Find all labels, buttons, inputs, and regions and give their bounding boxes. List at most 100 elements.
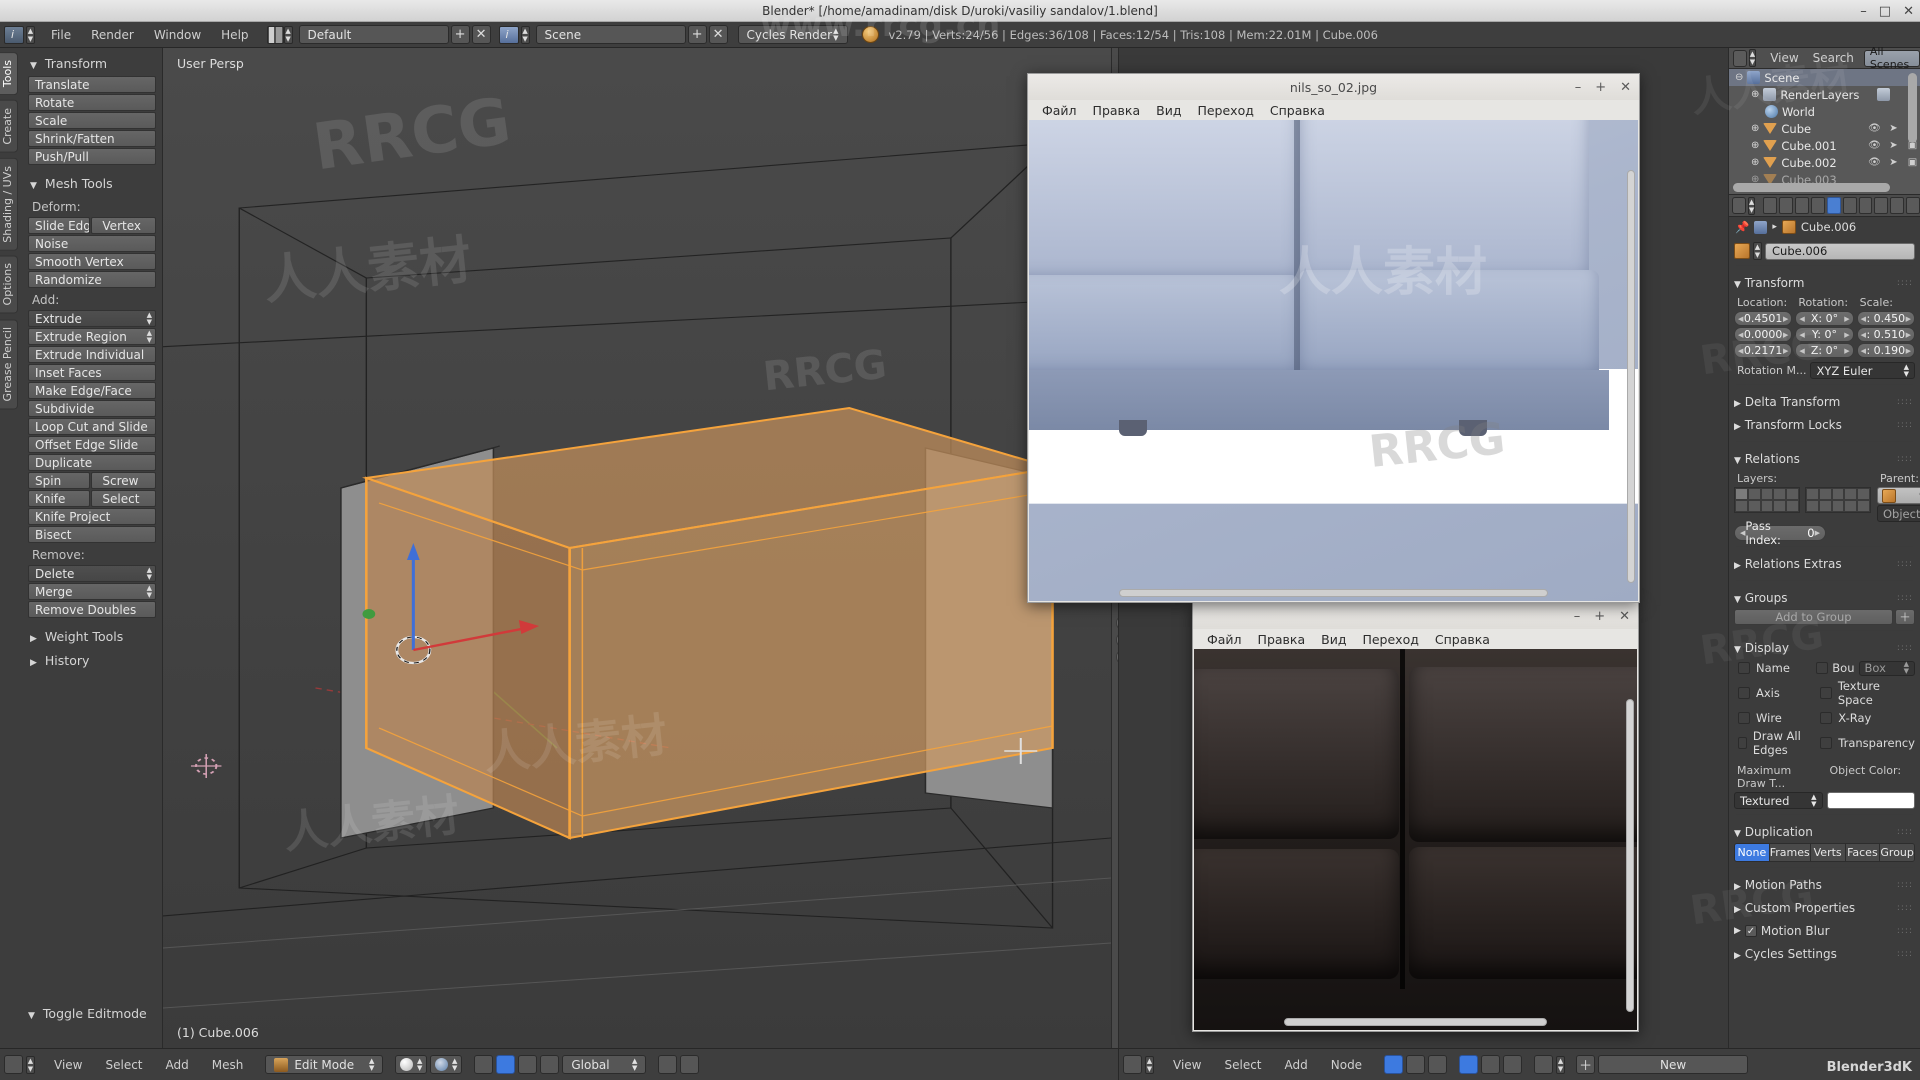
location-y-field[interactable]: ◀ 0.0000 ▶ bbox=[1734, 327, 1792, 342]
outliner-menu-view[interactable]: View bbox=[1764, 49, 1804, 67]
expand-icon[interactable]: ⊕ bbox=[1751, 140, 1759, 151]
editor-type-spinner[interactable]: ▲▼ bbox=[26, 1056, 35, 1074]
rotation-z-field[interactable]: ◀ Z: 0° ▶ bbox=[1795, 343, 1853, 358]
delete-button[interactable]: Delete ▲▼ bbox=[28, 565, 156, 582]
object-color-swatch[interactable] bbox=[1827, 792, 1916, 809]
visibility-eye-icon[interactable]: 👁 bbox=[1867, 157, 1882, 168]
dupli-faces-button[interactable]: Faces bbox=[1846, 844, 1881, 861]
proportional-edit-icon[interactable] bbox=[658, 1055, 677, 1074]
info-editor-icon[interactable] bbox=[4, 26, 24, 44]
renderable-camera-icon[interactable]: ▣ bbox=[1905, 157, 1920, 168]
display-transparency-toggle[interactable]: Transparency bbox=[1816, 727, 1915, 759]
viewer2-menu-edit[interactable]: Правка bbox=[1258, 632, 1306, 647]
editor-type-icon[interactable] bbox=[4, 1055, 23, 1074]
layer-grid[interactable] bbox=[1734, 487, 1871, 513]
rotate-button[interactable]: Rotate bbox=[28, 94, 156, 111]
scale-x-field[interactable]: ◀ : 0.450 ▶ bbox=[1857, 311, 1915, 326]
tab-scene[interactable] bbox=[1795, 197, 1809, 214]
editor-type-spinner[interactable]: ▲▼ bbox=[26, 26, 35, 44]
close-icon[interactable]: ✕ bbox=[1903, 4, 1914, 19]
rotation-y-field[interactable]: ◀ Y: 0° ▶ bbox=[1795, 327, 1853, 342]
outliner-editor-spinner[interactable]: ▲▼ bbox=[1749, 49, 1756, 67]
footer-menu-add[interactable]: Add bbox=[156, 1056, 199, 1074]
material-browse-spinner[interactable]: ▲▼ bbox=[1556, 1056, 1565, 1074]
minimize-icon[interactable]: – bbox=[1574, 609, 1581, 624]
object-browse-spinner[interactable]: ▲▼ bbox=[1753, 242, 1762, 260]
relations-header[interactable]: ▼ Relations :::: bbox=[1734, 447, 1915, 470]
scene-combo[interactable]: Scene bbox=[536, 25, 686, 44]
duplicate-button[interactable]: Duplicate bbox=[28, 454, 156, 471]
checkbox-icon[interactable] bbox=[1816, 662, 1828, 674]
properties-editor-spinner[interactable]: ▲▼ bbox=[1748, 197, 1756, 215]
groups-header[interactable]: ▼ Groups :::: bbox=[1734, 586, 1915, 609]
world-shader-icon[interactable] bbox=[1481, 1055, 1500, 1074]
scale-manipulator-icon[interactable] bbox=[540, 1055, 559, 1074]
viewer2-menu-file[interactable]: Файл bbox=[1207, 632, 1242, 647]
toggle-editmode-panel-header[interactable]: ▼ Toggle Editmode bbox=[26, 1002, 147, 1026]
motion-blur-checkbox[interactable] bbox=[1745, 925, 1757, 937]
add-screen-layout-button[interactable]: + bbox=[451, 25, 470, 44]
outliner-row-cube[interactable]: ⊕ Cube 👁 ➤ ▣ bbox=[1729, 120, 1920, 137]
close-icon[interactable]: ✕ bbox=[1619, 609, 1630, 624]
selectable-cursor-icon[interactable]: ➤ bbox=[1886, 157, 1901, 168]
extrude-region-button[interactable]: Extrude Region ▲▼ bbox=[28, 328, 156, 345]
outliner-row-cube-002[interactable]: ⊕ Cube.002 👁 ➤ ▣ bbox=[1729, 154, 1920, 171]
node-footer-menu-view[interactable]: View bbox=[1163, 1056, 1211, 1074]
location-x-field[interactable]: ◀ 0.4501 ▶ bbox=[1734, 311, 1792, 326]
viewer1-horizontal-scrollbar[interactable] bbox=[1119, 589, 1548, 597]
select-button[interactable]: Select bbox=[91, 490, 156, 507]
offset-edge-slide-button[interactable]: Offset Edge Slide bbox=[28, 436, 156, 453]
node-editor-type-icon[interactable] bbox=[1123, 1055, 1142, 1074]
tab-texture[interactable] bbox=[1906, 197, 1920, 214]
rotate-manipulator-icon[interactable] bbox=[518, 1055, 537, 1074]
add-group-plus-icon[interactable]: ＋ bbox=[1895, 609, 1915, 625]
compositing-nodes-icon[interactable] bbox=[1406, 1055, 1425, 1074]
screen-layout-spinner[interactable]: ▲▼ bbox=[284, 26, 293, 44]
selectable-cursor-icon[interactable]: ➤ bbox=[1886, 140, 1901, 151]
visibility-eye-icon[interactable]: 👁 bbox=[1867, 123, 1882, 134]
screen-layout-combo[interactable]: Default bbox=[299, 25, 449, 44]
maximize-icon[interactable]: □ bbox=[1879, 4, 1891, 19]
tab-render-layers[interactable] bbox=[1779, 197, 1793, 214]
knife-button[interactable]: Knife bbox=[28, 490, 90, 507]
new-material-button[interactable]: New bbox=[1598, 1055, 1748, 1074]
viewer1-menu-file[interactable]: Файл bbox=[1042, 103, 1077, 118]
custom-properties-header[interactable]: ▶ Custom Properties :::: bbox=[1734, 896, 1915, 919]
footer-menu-select[interactable]: Select bbox=[95, 1056, 152, 1074]
screen-layout-icon[interactable] bbox=[267, 26, 284, 44]
object-transform-header[interactable]: ▼ Transform :::: bbox=[1734, 271, 1915, 294]
viewer2-image-canvas[interactable] bbox=[1194, 649, 1637, 1030]
slide-edge-button[interactable]: Slide Edge bbox=[28, 217, 90, 234]
add-material-button[interactable]: ＋ bbox=[1576, 1055, 1595, 1074]
tab-object-data[interactable] bbox=[1874, 197, 1888, 214]
node-footer-menu-select[interactable]: Select bbox=[1214, 1056, 1271, 1074]
scale-z-field[interactable]: ◀ : 0.190 ▶ bbox=[1857, 343, 1915, 358]
outliner-row-scene[interactable]: ⊖ Scene bbox=[1729, 69, 1920, 86]
screw-button[interactable]: Screw bbox=[91, 472, 156, 489]
dupli-none-button[interactable]: None bbox=[1735, 844, 1770, 861]
footer-menu-view[interactable]: View bbox=[44, 1056, 92, 1074]
scene-spinner[interactable]: ▲▼ bbox=[521, 26, 530, 44]
menu-window[interactable]: Window bbox=[144, 26, 211, 44]
viewer2-vertical-scrollbar[interactable] bbox=[1626, 699, 1634, 1012]
selectable-cursor-icon[interactable]: ➤ bbox=[1886, 123, 1901, 134]
viewer1-titlebar[interactable]: nils_so_02.jpg – + ✕ bbox=[1028, 74, 1639, 100]
bisect-button[interactable]: Bisect bbox=[28, 526, 156, 543]
viewer2-titlebar[interactable]: – + ✕ bbox=[1193, 603, 1638, 629]
menu-help[interactable]: Help bbox=[211, 26, 258, 44]
collapse-icon[interactable]: ⊖ bbox=[1735, 72, 1743, 83]
tab-create[interactable]: Create bbox=[0, 100, 18, 153]
minimize-icon[interactable]: – bbox=[1575, 80, 1582, 95]
make-edge-face-button[interactable]: Make Edge/Face bbox=[28, 382, 156, 399]
viewport-shading-combo[interactable]: ▲▼ bbox=[395, 1055, 427, 1074]
close-icon[interactable]: ✕ bbox=[1620, 80, 1631, 95]
scene-icon[interactable] bbox=[499, 26, 519, 44]
parent-object-field[interactable]: ⚲ bbox=[1877, 487, 1920, 504]
viewer1-menu-help[interactable]: Справка bbox=[1270, 103, 1325, 118]
node-editor-type-spinner[interactable]: ▲▼ bbox=[1145, 1056, 1154, 1074]
push-pull-button[interactable]: Push/Pull bbox=[28, 148, 156, 165]
tab-object[interactable] bbox=[1827, 197, 1841, 214]
tab-tools[interactable]: Tools bbox=[0, 52, 18, 95]
outliner-row-renderlayers[interactable]: ⊕ RenderLayers bbox=[1729, 86, 1920, 103]
translate-manipulator-icon[interactable] bbox=[496, 1055, 515, 1074]
